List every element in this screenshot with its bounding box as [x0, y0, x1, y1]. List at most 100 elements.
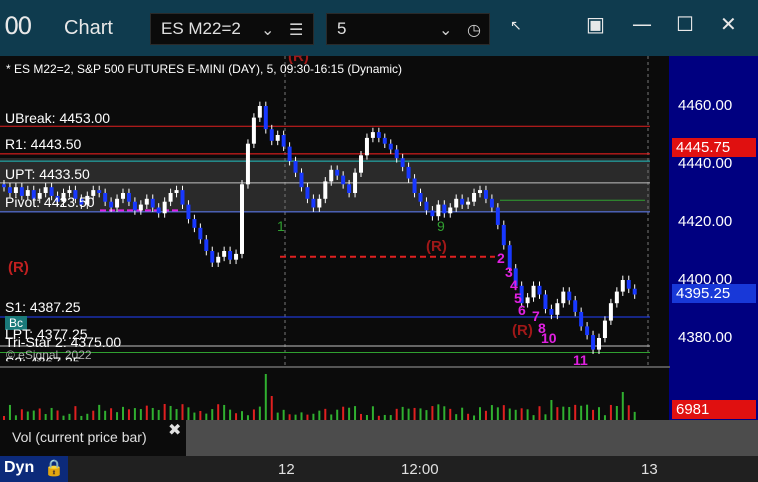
- volume-bar: [122, 406, 124, 420]
- candle-body: [359, 155, 363, 173]
- candle-body: [263, 106, 268, 130]
- volume-bar: [217, 404, 220, 420]
- volume-bar: [496, 407, 499, 420]
- volume-bar: [556, 407, 559, 420]
- candle-body: [424, 201, 429, 211]
- minimize-icon[interactable]: —: [632, 12, 652, 36]
- candle-body: [293, 161, 298, 173]
- candle-body: [489, 198, 494, 208]
- volume-bar: [145, 405, 148, 420]
- volume-bar: [502, 405, 505, 420]
- volume-bar: [520, 408, 523, 420]
- volume-bar: [169, 405, 172, 420]
- volume-bar: [127, 409, 130, 420]
- volume-bar: [371, 406, 374, 420]
- volume-bar: [3, 416, 5, 420]
- clock-icon[interactable]: ◷: [467, 20, 481, 39]
- time-tick: 13: [641, 461, 658, 478]
- chevron-down-icon[interactable]: ⌄: [439, 20, 452, 39]
- pane-separator[interactable]: [0, 366, 670, 368]
- volume-bar: [241, 411, 243, 420]
- interval-selector[interactable]: 5 ⌄ ◷: [326, 13, 490, 45]
- candle-body: [341, 175, 346, 185]
- volume-bar: [104, 410, 107, 420]
- candle-body: [245, 143, 250, 185]
- candle-body: [555, 303, 560, 315]
- close-icon[interactable]: ✕: [720, 12, 737, 36]
- volume-bar: [443, 406, 446, 420]
- list-icon[interactable]: ☰: [289, 20, 303, 39]
- time-tick: 12: [278, 461, 295, 478]
- candle-body: [2, 184, 6, 188]
- candle-body: [632, 288, 637, 295]
- candle-body: [597, 338, 601, 350]
- lock-icon[interactable]: 🔒: [44, 458, 64, 477]
- volume-bar: [413, 407, 416, 420]
- candle-body: [602, 320, 607, 338]
- volume-bar: [395, 408, 398, 420]
- chevron-down-icon[interactable]: ⌄: [261, 20, 274, 39]
- volume-bar: [354, 406, 357, 420]
- candle-body: [186, 204, 191, 220]
- volume-bar: [461, 407, 464, 420]
- volume-chart[interactable]: [0, 370, 758, 420]
- candle-body: [97, 190, 102, 193]
- volume-study-label-box[interactable]: Vol (current price bar) ✖: [6, 420, 186, 452]
- volume-bar: [514, 409, 517, 420]
- candle-body: [454, 198, 459, 208]
- volume-bar: [26, 411, 29, 420]
- volume-bar: [139, 409, 142, 420]
- volume-bar: [80, 415, 83, 420]
- candle-body: [305, 187, 310, 199]
- dyn-label: Dyn: [4, 459, 35, 476]
- volume-bar: [50, 407, 53, 420]
- window-icon[interactable]: 00: [4, 12, 33, 40]
- symbol-selector[interactable]: ES M22=2 ⌄ ☰: [150, 13, 314, 45]
- maximize-icon[interactable]: ☐: [676, 12, 694, 36]
- candle-body: [585, 326, 590, 336]
- candle-body: [7, 187, 12, 193]
- volume-bar: [229, 409, 232, 420]
- interval-value: 5: [337, 19, 347, 38]
- cursor-icon[interactable]: ↖: [510, 18, 522, 34]
- countdown-number: 2: [497, 250, 505, 266]
- setup-count: 9: [437, 218, 445, 234]
- volume-bar: [116, 412, 119, 420]
- current-price-tag: 4395.25: [672, 284, 756, 303]
- volume-bar: [92, 410, 95, 420]
- candle-body: [228, 251, 233, 260]
- level-label-ubreak: UBreak: 4453.00: [5, 110, 111, 126]
- level-label-s1: S1: 4387.25: [5, 299, 81, 315]
- close-icon[interactable]: ✖: [168, 420, 181, 439]
- candle-body: [430, 210, 435, 217]
- volume-bar: [32, 410, 35, 420]
- candle-body: [412, 178, 417, 193]
- symbol-value: ES M22=2: [161, 19, 241, 38]
- volume-bar: [86, 413, 89, 420]
- volume-bar: [74, 406, 77, 420]
- volume-bar: [38, 408, 41, 420]
- candle-body: [567, 291, 572, 301]
- candle-body: [222, 251, 227, 257]
- volume-bar: [633, 411, 636, 420]
- price-chart[interactable]: [0, 56, 758, 366]
- candle-body: [180, 190, 185, 205]
- countdown-number: 6: [518, 302, 526, 318]
- volume-bar: [163, 404, 166, 420]
- candle-body: [483, 190, 488, 199]
- volume-bar: [342, 406, 345, 420]
- candle-body: [460, 198, 465, 205]
- candle-body: [418, 193, 423, 202]
- candle-body: [67, 190, 72, 193]
- volume-bar: [300, 412, 303, 420]
- candle-body: [204, 239, 209, 251]
- page-setup-icon[interactable]: ▣: [586, 12, 605, 36]
- candle-body: [156, 207, 161, 214]
- volume-bar: [490, 405, 493, 420]
- volume-bar: [133, 408, 136, 420]
- candle-body: [448, 207, 453, 214]
- candle-body: [132, 201, 137, 211]
- volume-bar: [223, 404, 226, 420]
- candle-body: [591, 335, 596, 350]
- dynamic-toggle[interactable]: Dyn 🔒: [0, 456, 68, 482]
